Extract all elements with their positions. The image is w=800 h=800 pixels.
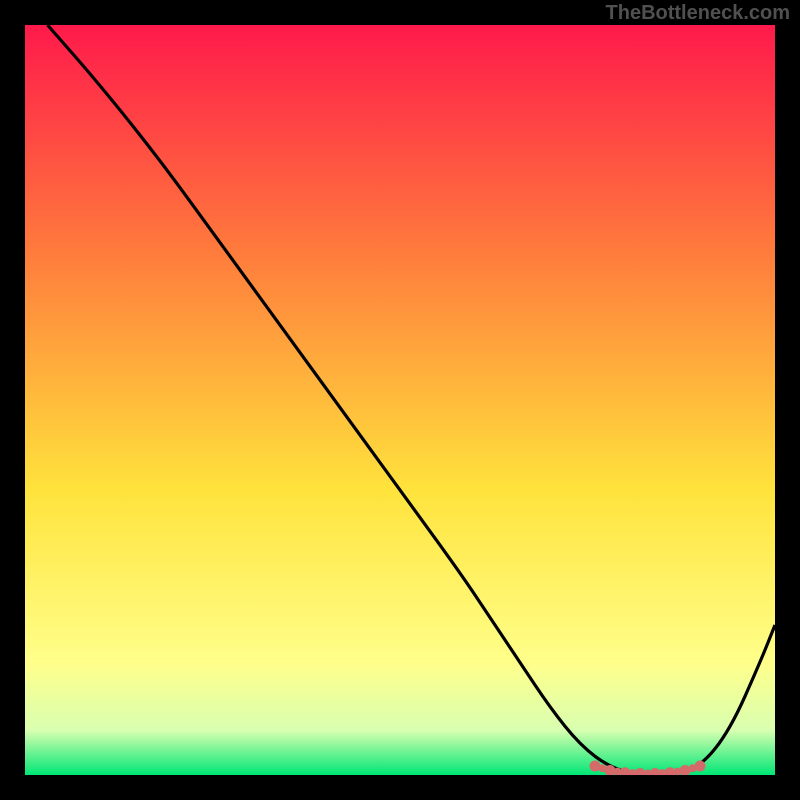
chart-svg [25, 25, 775, 775]
gradient-background [25, 25, 775, 775]
chart-canvas: TheBottleneck.com [0, 0, 800, 800]
sweet-spot-dot [695, 761, 706, 772]
watermark-text: TheBottleneck.com [606, 2, 790, 25]
plot-area [25, 25, 775, 775]
